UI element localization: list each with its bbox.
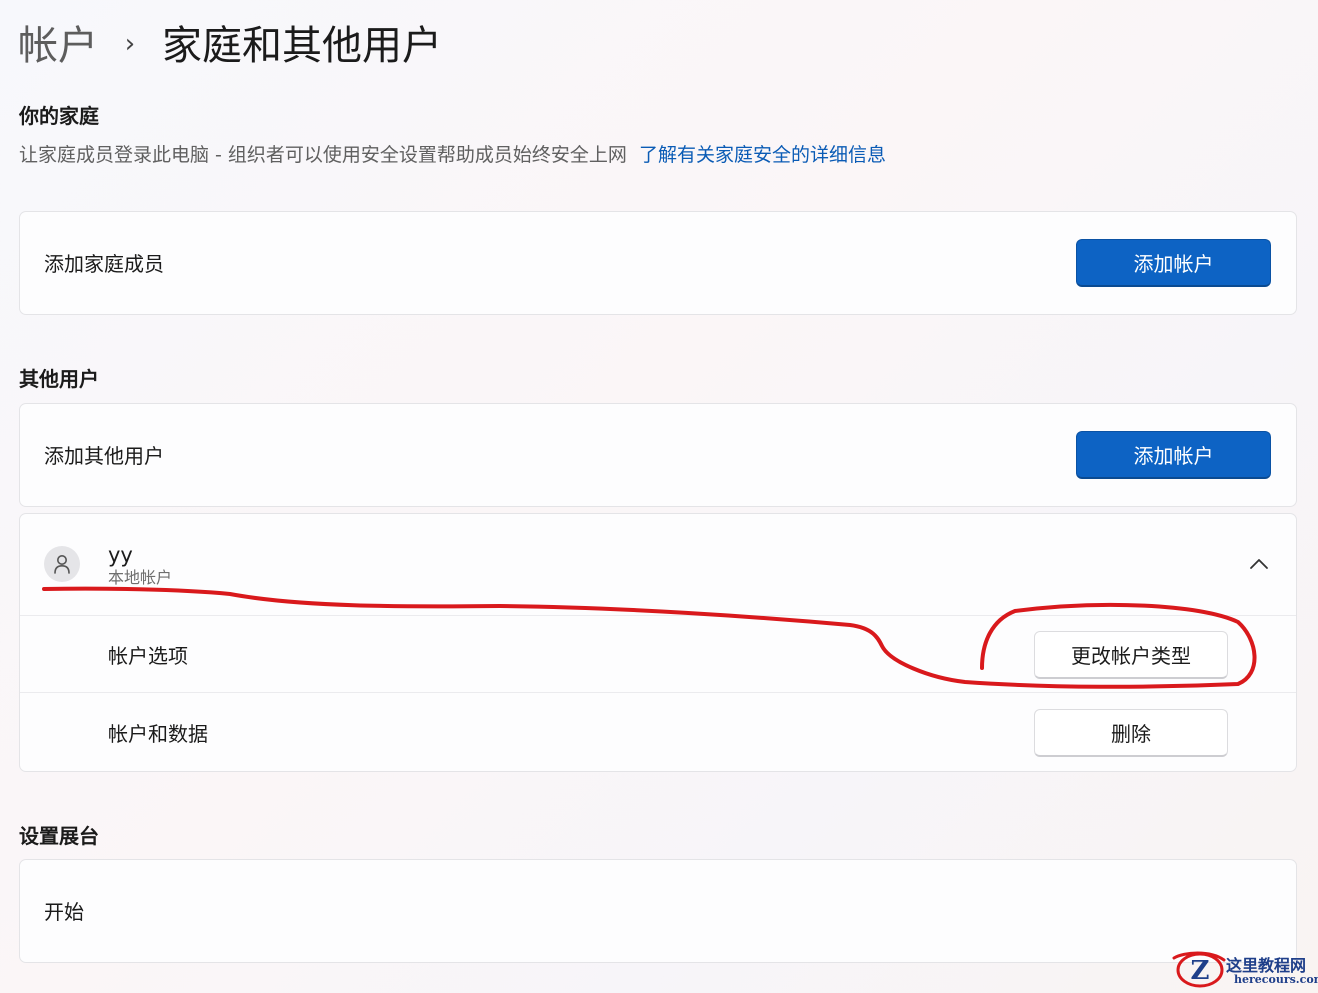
watermark-logo-icon: Z bbox=[1172, 951, 1226, 988]
watermark-text-en: herecours.com bbox=[1234, 973, 1318, 986]
watermark-logo-letter: Z bbox=[1191, 956, 1210, 986]
watermark: Z 这里教程网 herecours.com bbox=[1170, 948, 1318, 992]
annotation-overlay bbox=[42, 586, 1257, 689]
annotation-underline bbox=[42, 586, 1257, 689]
